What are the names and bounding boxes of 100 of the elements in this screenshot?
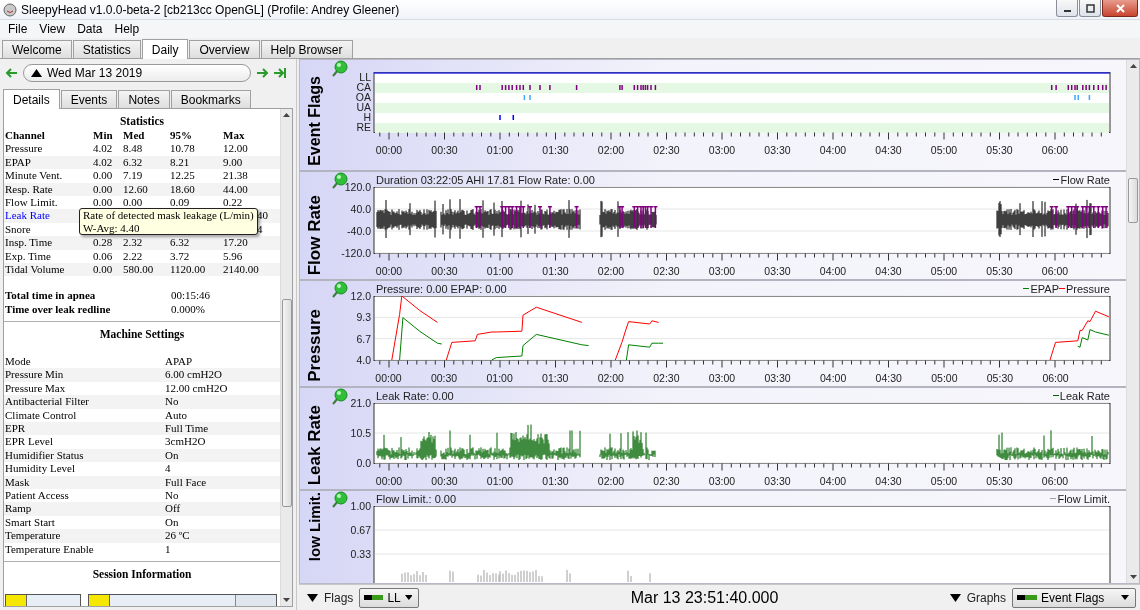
tab[interactable]: Details xyxy=(3,89,60,109)
legend-label: Flow Rate xyxy=(1060,173,1110,186)
pin-icon[interactable] xyxy=(330,388,348,406)
pin-icon[interactable] xyxy=(330,281,348,299)
graph-readout: Pressure: 0.00 EPAP: 0.00 xyxy=(376,282,507,295)
setting-label: Humidifier Status xyxy=(5,448,85,463)
arrow-right-icon[interactable] xyxy=(256,68,269,78)
time-label: 01:30 xyxy=(542,265,569,277)
graph-dropdown[interactable]: Event Flags xyxy=(1012,587,1136,608)
tab[interactable]: Overview xyxy=(189,40,260,58)
time-label: 06:00 xyxy=(1041,475,1069,487)
session-row[interactable] xyxy=(88,593,277,606)
time-label: 05:30 xyxy=(986,475,1013,487)
scrollbar-thumb[interactable] xyxy=(282,299,292,507)
session-row[interactable] xyxy=(5,593,81,606)
axis-label: 4.0 xyxy=(356,354,371,366)
table-cell-text: 12.60 xyxy=(123,182,149,196)
caret-down-icon[interactable] xyxy=(949,593,961,602)
axis-label: -40.0 xyxy=(347,225,371,237)
setting-value: No xyxy=(165,395,180,409)
time-label: 04:00 xyxy=(819,144,847,156)
tab[interactable]: Statistics xyxy=(72,40,141,58)
app-icon xyxy=(3,2,17,17)
setting-value: Auto xyxy=(165,408,188,423)
table-cell-text: 12.00 xyxy=(223,142,249,156)
time-label: 03:00 xyxy=(708,265,736,277)
table-cell-text: 0.00 xyxy=(93,169,114,183)
table-cell-text: 7.19 xyxy=(123,169,144,183)
time-label: 02:00 xyxy=(597,265,625,277)
menu-item[interactable]: Data xyxy=(71,21,109,37)
flag-label: CA xyxy=(356,81,371,93)
scrollbar[interactable] xyxy=(280,109,292,606)
time-label: 02:30 xyxy=(653,372,680,384)
axis-label: 120.0 xyxy=(344,181,371,193)
graph-title: Pressure xyxy=(305,309,325,382)
table-cell-text: 1120.00 xyxy=(170,262,207,277)
table-cell-text: 18.60 xyxy=(170,182,196,196)
graph-readout: Duration 03:22:05 AHI 17.81 Flow Rate: 0.00 xyxy=(376,173,595,186)
caret-down-icon[interactable] xyxy=(307,593,318,602)
setting-label: Smart Start xyxy=(5,515,56,530)
time-label: 04:30 xyxy=(875,372,902,384)
time-label: 04:30 xyxy=(875,144,902,156)
date-picker[interactable]: Wed Mar 13 2019 xyxy=(23,64,251,82)
column-header: 95% xyxy=(170,129,193,143)
table-cell-text: 40 xyxy=(257,209,269,223)
time-label: 01:00 xyxy=(486,265,514,277)
pin-icon[interactable] xyxy=(330,60,348,78)
window-title: SleepyHead v1.0.0-beta-2 [cb213cc OpenGL] (Profile: Andrey Gleener) xyxy=(21,2,401,17)
setting-label: Pressure Max xyxy=(5,381,67,396)
cursor-time: Mar 13 23:51:40.000 xyxy=(629,588,780,607)
setting-label: Mode xyxy=(5,355,32,369)
arrow-to-end-icon[interactable] xyxy=(274,68,287,78)
pin-icon[interactable] xyxy=(330,491,348,509)
time-label: 06:00 xyxy=(1041,144,1069,156)
time-label: 04:00 xyxy=(820,372,847,384)
time-label: 00:00 xyxy=(375,475,403,487)
table-cell-text: 4.02 xyxy=(93,142,114,156)
table-cell-text: 21.38 xyxy=(223,169,249,183)
tab[interactable]: Welcome xyxy=(2,40,72,58)
menu-item[interactable]: Help xyxy=(108,21,146,37)
tab[interactable]: Daily xyxy=(141,39,189,59)
time-label: 01:30 xyxy=(542,144,569,156)
setting-value: On xyxy=(165,515,180,530)
graph-title: Event Flags xyxy=(305,76,324,166)
setting-label: Temperature Enable xyxy=(5,542,95,556)
tab[interactable]: Bookmarks xyxy=(170,90,251,108)
close-button[interactable] xyxy=(1102,0,1138,17)
time-label: 04:30 xyxy=(875,475,902,487)
setting-value: Full Face xyxy=(165,475,208,489)
arrow-left-icon[interactable] xyxy=(5,68,18,78)
time-label: 02:00 xyxy=(597,372,624,384)
setting-label: Antibacterial Filter xyxy=(5,395,90,409)
setting-label: Humidity Level xyxy=(5,462,76,476)
time-label: 00:30 xyxy=(431,265,458,277)
table-cell-text: Minute Vent. xyxy=(5,169,64,183)
menu-item[interactable]: View xyxy=(33,21,72,37)
scrollbar[interactable] xyxy=(1126,60,1139,583)
maximize-button[interactable] xyxy=(1079,0,1101,17)
flag-label: RE xyxy=(356,121,371,133)
setting-label: Pressure Min xyxy=(5,368,65,382)
graph-title: Leak Rate xyxy=(305,404,325,485)
time-label: 02:00 xyxy=(597,475,625,487)
scrollbar-thumb[interactable] xyxy=(1128,178,1138,223)
setting-label: Temperature xyxy=(5,529,62,543)
minimize-button[interactable] xyxy=(1056,0,1078,17)
time-label: 02:30 xyxy=(653,144,680,156)
table-cell-text: Flow Limit. xyxy=(5,195,59,210)
flag-dropdown[interactable]: LL xyxy=(359,587,420,608)
menu-item[interactable]: File xyxy=(2,21,34,37)
tab[interactable]: Help Browser xyxy=(260,40,353,58)
summary-label: Total time in apnea xyxy=(5,289,97,303)
table-cell-text: 0.06 xyxy=(93,249,114,263)
tab[interactable]: Events xyxy=(60,90,118,108)
time-label: 05:30 xyxy=(986,265,1013,277)
time-label: 06:00 xyxy=(1042,372,1069,384)
section-title: Statistics xyxy=(118,115,166,129)
tab[interactable]: Notes xyxy=(118,90,170,108)
axis-label: 10.5 xyxy=(350,427,371,439)
table-cell-text: 8.21 xyxy=(170,155,191,170)
summary-value: 00:15:46 xyxy=(171,289,212,303)
